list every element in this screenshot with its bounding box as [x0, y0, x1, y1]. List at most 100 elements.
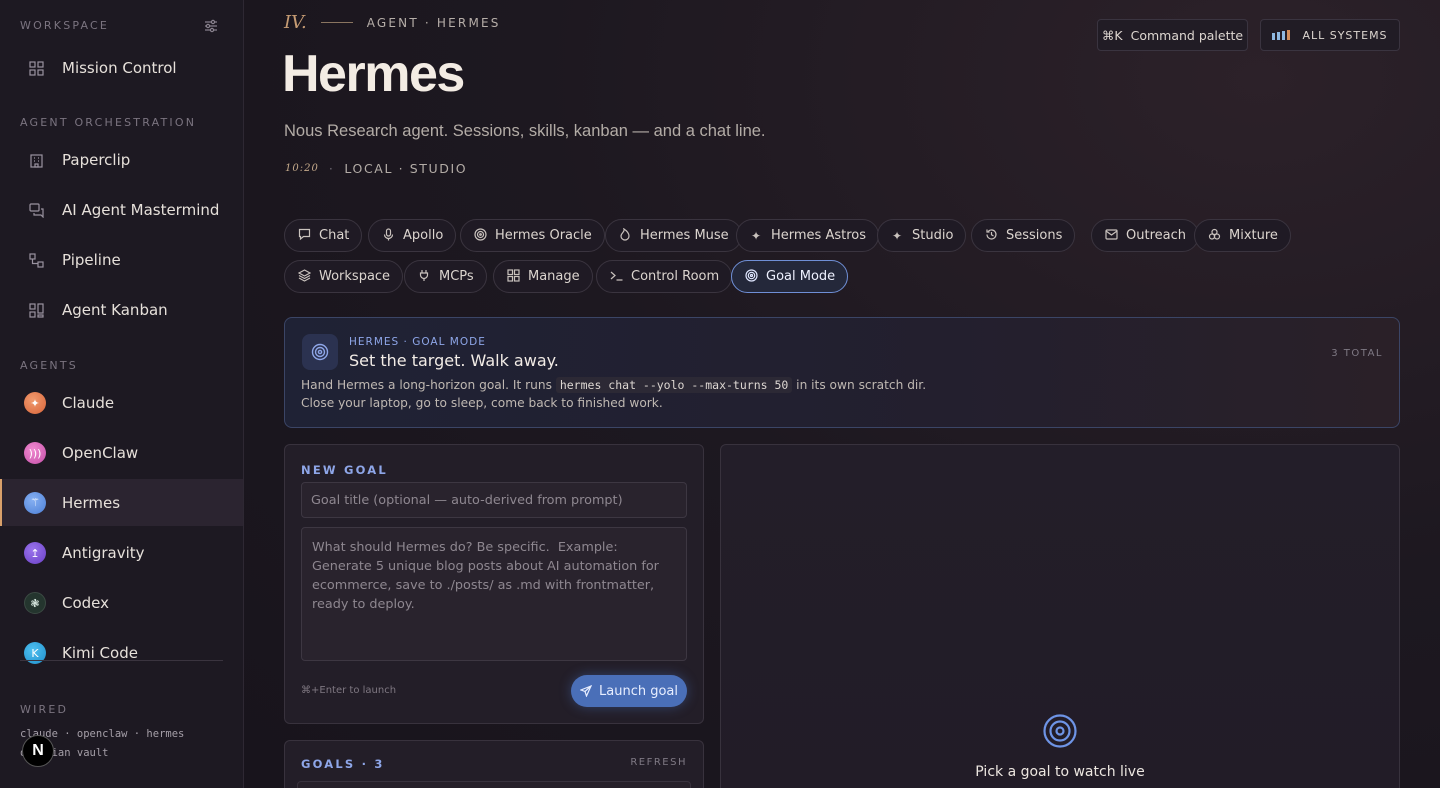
tab-mcps[interactable]: MCPs [404, 260, 487, 293]
total-count: 3 TOTAL [1331, 348, 1383, 359]
tab-label: Mixture [1229, 228, 1278, 243]
sidebar-item-ai-agent-mastermind[interactable]: AI Agent Mastermind [0, 187, 243, 233]
terminal-icon [609, 270, 623, 284]
section-label-workspace: WORKSPACE [20, 19, 110, 32]
launch-goal-label: Launch goal [599, 683, 678, 699]
pipeline-icon [27, 251, 45, 269]
sidebar-agent-kimi-code[interactable]: K Kimi Code [0, 630, 243, 676]
claude-avatar-icon: ✦ [24, 392, 46, 414]
tab-label: Sessions [1006, 228, 1063, 243]
grid-icon [506, 268, 520, 285]
location-label: LOCAL · STUDIO [344, 161, 468, 176]
sidebar-item-pipeline[interactable]: Pipeline [0, 237, 243, 283]
tab-goal-mode[interactable]: Goal Mode [731, 260, 849, 293]
sidebar-item-label: Pipeline [62, 251, 121, 269]
section-label-orchestration: AGENT ORCHESTRATION [20, 116, 197, 129]
microphone-icon [381, 227, 395, 244]
tab-control-room[interactable]: Control Room [596, 260, 733, 293]
sidebar-agent-hermes[interactable]: ⚚ Hermes [0, 479, 243, 526]
sidebar-item-label: AI Agent Mastermind [62, 201, 220, 219]
tab-label: Control Room [631, 269, 720, 284]
sparkles-icon: ✦ [891, 228, 903, 243]
sidebar-item-label: Hermes [62, 493, 121, 512]
goals-panel: GOALS · 3 REFRESH [284, 740, 704, 788]
tab-manage[interactable]: Manage [493, 260, 593, 293]
sidebar-item-label: Agent Kanban [62, 301, 168, 319]
spiral-icon [473, 227, 487, 244]
sidebar-agent-claude[interactable]: ✦ Claude [0, 380, 243, 426]
divider [320, 22, 353, 23]
divider [20, 660, 223, 661]
sidebar-item-agent-kanban[interactable]: Agent Kanban [0, 287, 243, 333]
tab-chat[interactable]: Chat [284, 219, 363, 252]
tab-hermes-oracle[interactable]: Hermes Oracle [460, 219, 605, 252]
chat-bubble-icon [297, 228, 311, 244]
sidebar-item-mission-control[interactable]: Mission Control [0, 45, 243, 91]
hermes-avatar-icon: ⚚ [24, 491, 46, 514]
kanban-icon [27, 301, 45, 319]
sidebar-item-label: Claude [62, 394, 115, 412]
page-meta: 10:20 · LOCAL · STUDIO [285, 161, 467, 176]
new-goal-label: NEW GOAL [301, 463, 388, 477]
history-icon [984, 228, 998, 244]
target-icon [744, 268, 758, 285]
sidebar-item-label: OpenClaw [62, 444, 139, 462]
sidebar-item-label: Codex [62, 594, 110, 612]
layers-icon [297, 268, 311, 285]
sparkles-icon: ✦ [750, 228, 762, 243]
sliders-icon[interactable] [204, 19, 218, 33]
tab-label: Outreach [1126, 228, 1186, 243]
tab-label: Hermes Astros [771, 228, 867, 243]
launch-hint: ⌘+Enter to launch [301, 685, 397, 696]
tab-label: Manage [528, 269, 580, 284]
section-numeral: IV. [284, 12, 307, 33]
tab-studio[interactable]: ✦ Studio [877, 219, 967, 252]
tab-label: Hermes Oracle [495, 228, 592, 243]
command-palette-button[interactable]: ⌘K Command palette [1097, 19, 1248, 51]
tab-label: MCPs [439, 269, 474, 284]
goal-title-input[interactable] [301, 482, 687, 518]
launch-goal-button[interactable]: Launch goal [571, 675, 687, 707]
goal-prompt-textarea[interactable] [301, 527, 687, 661]
refresh-button[interactable]: REFRESH [630, 757, 687, 768]
tab-label: Studio [912, 228, 954, 243]
banner-description: Hand Hermes a long-horizon goal. It runs… [301, 376, 941, 412]
section-label-wired: WIRED [20, 703, 69, 716]
tab-mixture[interactable]: Mixture [1194, 219, 1291, 252]
target-icon [302, 334, 338, 370]
next-badge[interactable]: N [22, 735, 54, 767]
tab-label: Hermes Muse [640, 228, 729, 243]
sidebar-agent-antigravity[interactable]: ↥ Antigravity [0, 530, 243, 576]
command-palette-label: Command palette [1130, 27, 1244, 43]
sidebar-item-label: Paperclip [62, 151, 131, 169]
live-view-panel: Pick a goal to watch live [720, 444, 1400, 788]
eyebrow: IV. AGENT · HERMES [284, 12, 501, 33]
sidebar-item-label: Mission Control [62, 59, 177, 77]
tab-label: Apollo [403, 228, 444, 243]
grid-icon [27, 59, 45, 77]
antigravity-avatar-icon: ↥ [24, 542, 46, 564]
page-title: Hermes [282, 45, 465, 103]
tab-outreach[interactable]: Outreach [1091, 219, 1199, 252]
sidebar-agent-codex[interactable]: ❃ Codex [0, 580, 243, 626]
tab-apollo[interactable]: Apollo [368, 219, 457, 252]
banner-tag: HERMES · GOAL MODE [349, 336, 486, 348]
target-icon [1043, 714, 1077, 748]
sidebar-item-paperclip[interactable]: Paperclip [0, 137, 243, 183]
tab-label: Workspace [319, 269, 391, 284]
tab-hermes-astros[interactable]: ✦ Hermes Astros [736, 219, 880, 252]
tab-hermes-muse[interactable]: Hermes Muse [605, 219, 742, 252]
goal-list-item[interactable] [297, 781, 691, 788]
building-icon [27, 151, 45, 169]
chat-bubbles-icon [27, 201, 45, 219]
plug-icon [417, 269, 431, 285]
goal-mode-banner: HERMES · GOAL MODE Set the target. Walk … [284, 317, 1400, 428]
tab-workspace[interactable]: Workspace [284, 260, 404, 293]
tab-label: Goal Mode [766, 269, 836, 284]
tab-sessions[interactable]: Sessions [971, 219, 1076, 252]
page-subtitle: Nous Research agent. Sessions, skills, k… [284, 122, 766, 140]
all-systems-button[interactable]: ALL SYSTEMS [1260, 19, 1400, 51]
sidebar: WORKSPACE Mission Control AGENT ORCHESTR… [0, 0, 244, 788]
section-label-agents: AGENTS [20, 359, 78, 372]
sidebar-agent-openclaw[interactable]: ))) OpenClaw [0, 430, 243, 476]
